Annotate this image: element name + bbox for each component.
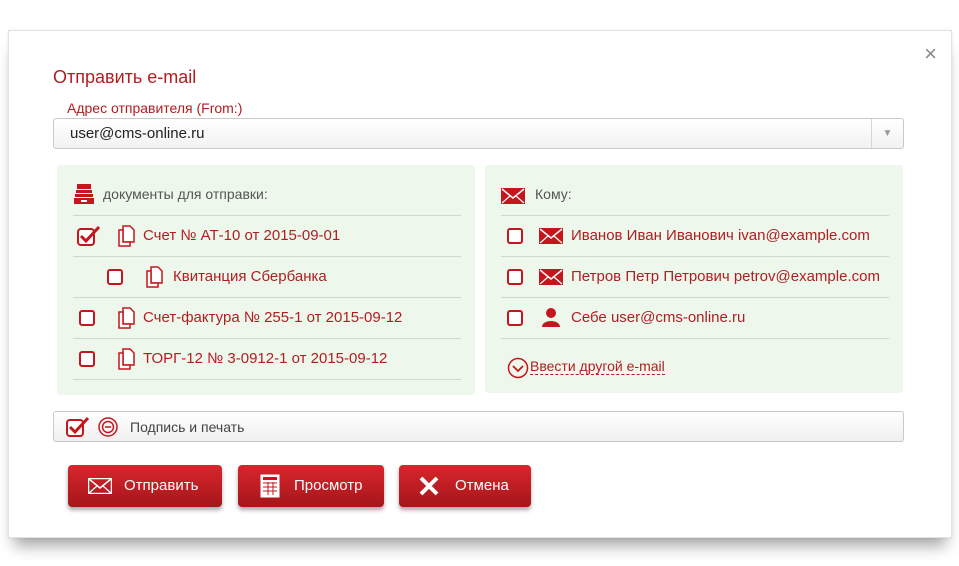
document-label[interactable]: Счет № АТ-10 от 2015-09-01 [143, 227, 340, 244]
checkbox-checked-icon[interactable] [66, 416, 90, 438]
recipients-header-label: Кому: [535, 186, 572, 202]
documents-panel: документы для отправки: Счет № АТ-10 от … [57, 165, 475, 395]
checkbox[interactable] [79, 310, 95, 326]
add-other-email-link[interactable]: Ввести другой e-mail [530, 358, 665, 375]
document-stack-icon [74, 184, 94, 204]
from-select-value: user@cms-online.ru [70, 125, 205, 142]
document-row[interactable]: Счет № АТ-10 от 2015-09-01 [73, 216, 461, 256]
document-label[interactable]: Счет-фактура № 255-1 от 2015-09-12 [143, 309, 402, 326]
copy-document-icon [118, 225, 135, 247]
document-row[interactable]: Счет-фактура № 255-1 от 2015-09-12 [73, 298, 461, 338]
divider [73, 379, 461, 380]
checkbox[interactable] [507, 228, 523, 244]
copy-document-icon [146, 266, 163, 288]
stamp-icon [98, 417, 118, 437]
preview-button-label: Просмотр [294, 477, 363, 494]
from-select[interactable]: user@cms-online.ru ▼ [53, 118, 904, 149]
close-icon[interactable]: × [924, 43, 937, 65]
send-button-label: Отправить [124, 477, 199, 494]
recipient-label[interactable]: Иванов Иван Иванович ivan@example.com [571, 227, 870, 244]
cancel-button-label: Отмена [455, 477, 509, 494]
preview-button[interactable]: Просмотр [238, 465, 384, 507]
checkbox[interactable] [107, 269, 123, 285]
envelope-icon [539, 269, 563, 285]
from-label: Адрес отправителя (From:) [67, 100, 243, 116]
copy-document-icon [118, 307, 135, 329]
send-email-dialog: × Отправить e-mail Адрес отправителя (Fr… [8, 30, 952, 538]
signature-label: Подпись и печать [130, 419, 245, 435]
envelope-icon [539, 228, 563, 244]
chevron-down-circle-icon[interactable] [507, 357, 529, 379]
recipient-label[interactable]: Петров Петр Петрович petrov@example.com [571, 268, 880, 285]
document-label[interactable]: Квитанция Сбербанка [173, 268, 327, 285]
document-row[interactable]: ТОРГ-12 № 3-0912-1 от 2015-09-12 [73, 339, 461, 379]
checkbox[interactable] [507, 310, 523, 326]
envelope-icon [88, 478, 112, 494]
send-button[interactable]: Отправить [68, 465, 222, 507]
checkbox[interactable] [79, 351, 95, 367]
documents-header-label: документы для отправки: [103, 186, 268, 202]
recipient-row[interactable]: Себе user@cms-online.ru [501, 298, 889, 338]
chevron-down-icon[interactable]: ▼ [871, 119, 903, 148]
spreadsheet-icon [260, 474, 280, 498]
user-icon [542, 308, 560, 327]
cancel-button[interactable]: Отмена [399, 465, 531, 507]
signature-toggle[interactable]: Подпись и печать [53, 411, 904, 442]
recipients-panel: Кому: Иванов Иван Иванович ivan@example.… [485, 165, 903, 393]
document-label[interactable]: ТОРГ-12 № 3-0912-1 от 2015-09-12 [143, 350, 387, 367]
envelope-icon [501, 188, 525, 204]
recipients-header: Кому: [501, 183, 889, 207]
dialog-title: Отправить e-mail [53, 67, 197, 87]
copy-document-icon [118, 348, 135, 370]
close-icon [419, 476, 439, 496]
divider [501, 338, 889, 339]
checkbox[interactable] [507, 269, 523, 285]
recipient-label[interactable]: Себе user@cms-online.ru [571, 309, 745, 326]
recipient-row[interactable]: Иванов Иван Иванович ivan@example.com [501, 216, 889, 256]
document-row[interactable]: Квитанция Сбербанка [73, 257, 461, 297]
documents-header: документы для отправки: [73, 183, 461, 207]
recipient-row[interactable]: Петров Петр Петрович petrov@example.com [501, 257, 889, 297]
checkbox-checked-icon[interactable] [77, 226, 101, 246]
